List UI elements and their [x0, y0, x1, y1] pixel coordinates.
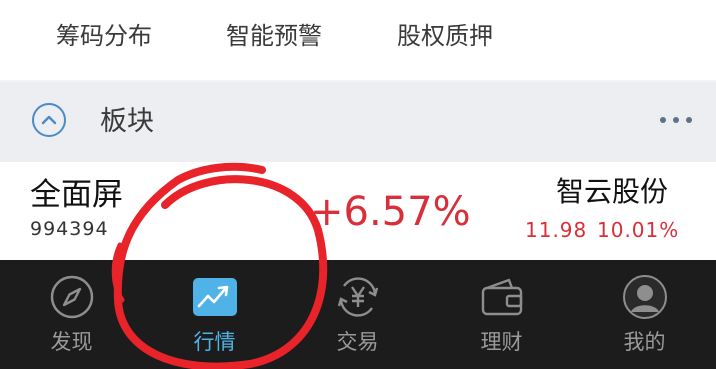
- sector-change-percent: +6.57%: [310, 189, 471, 235]
- bottom-tab-bar: 发现 行情 交易 理财 我的: [0, 260, 716, 369]
- more-dots-icon[interactable]: [660, 108, 692, 132]
- tab-label: 我的: [623, 330, 666, 354]
- leading-stock-change: 10.01%: [597, 218, 680, 242]
- market-chart-icon: [192, 274, 238, 320]
- tab-discover[interactable]: 发现: [0, 260, 143, 369]
- section-title: 板块: [100, 106, 154, 137]
- tab-label: 发现: [50, 330, 93, 354]
- sector-section-header: 板块: [0, 82, 716, 162]
- tab-label: 行情: [193, 330, 236, 354]
- tab-label: 交易: [336, 330, 379, 354]
- yen-exchange-icon: [335, 274, 381, 320]
- tab-profile[interactable]: 我的: [573, 260, 716, 369]
- sector-name: 全面屏: [30, 177, 123, 213]
- sector-row[interactable]: 全面屏 994394 +6.57% 智云股份 11.98 10.01%: [0, 162, 716, 260]
- tab-trade[interactable]: 交易: [286, 260, 429, 369]
- leading-stock-name: 智云股份: [555, 175, 668, 208]
- shortcut-smart-alert[interactable]: 智能预警: [222, 18, 326, 54]
- tab-market[interactable]: 行情: [143, 260, 286, 369]
- tab-wealth[interactable]: 理财: [430, 260, 573, 369]
- shortcut-equity-pledge[interactable]: 股权质押: [393, 18, 497, 54]
- chevron-up-icon[interactable]: [32, 103, 66, 137]
- shortcut-row: 筹码分布 智能预警 股权质押: [0, 0, 716, 80]
- wallet-icon: [479, 274, 525, 320]
- compass-icon: [49, 274, 95, 320]
- user-avatar-icon: [622, 274, 668, 320]
- tab-label: 理财: [480, 330, 523, 354]
- sector-code: 994394: [30, 218, 109, 240]
- shortcut-chip-distribution[interactable]: 筹码分布: [52, 18, 156, 54]
- leading-stock-price: 11.98: [525, 218, 588, 242]
